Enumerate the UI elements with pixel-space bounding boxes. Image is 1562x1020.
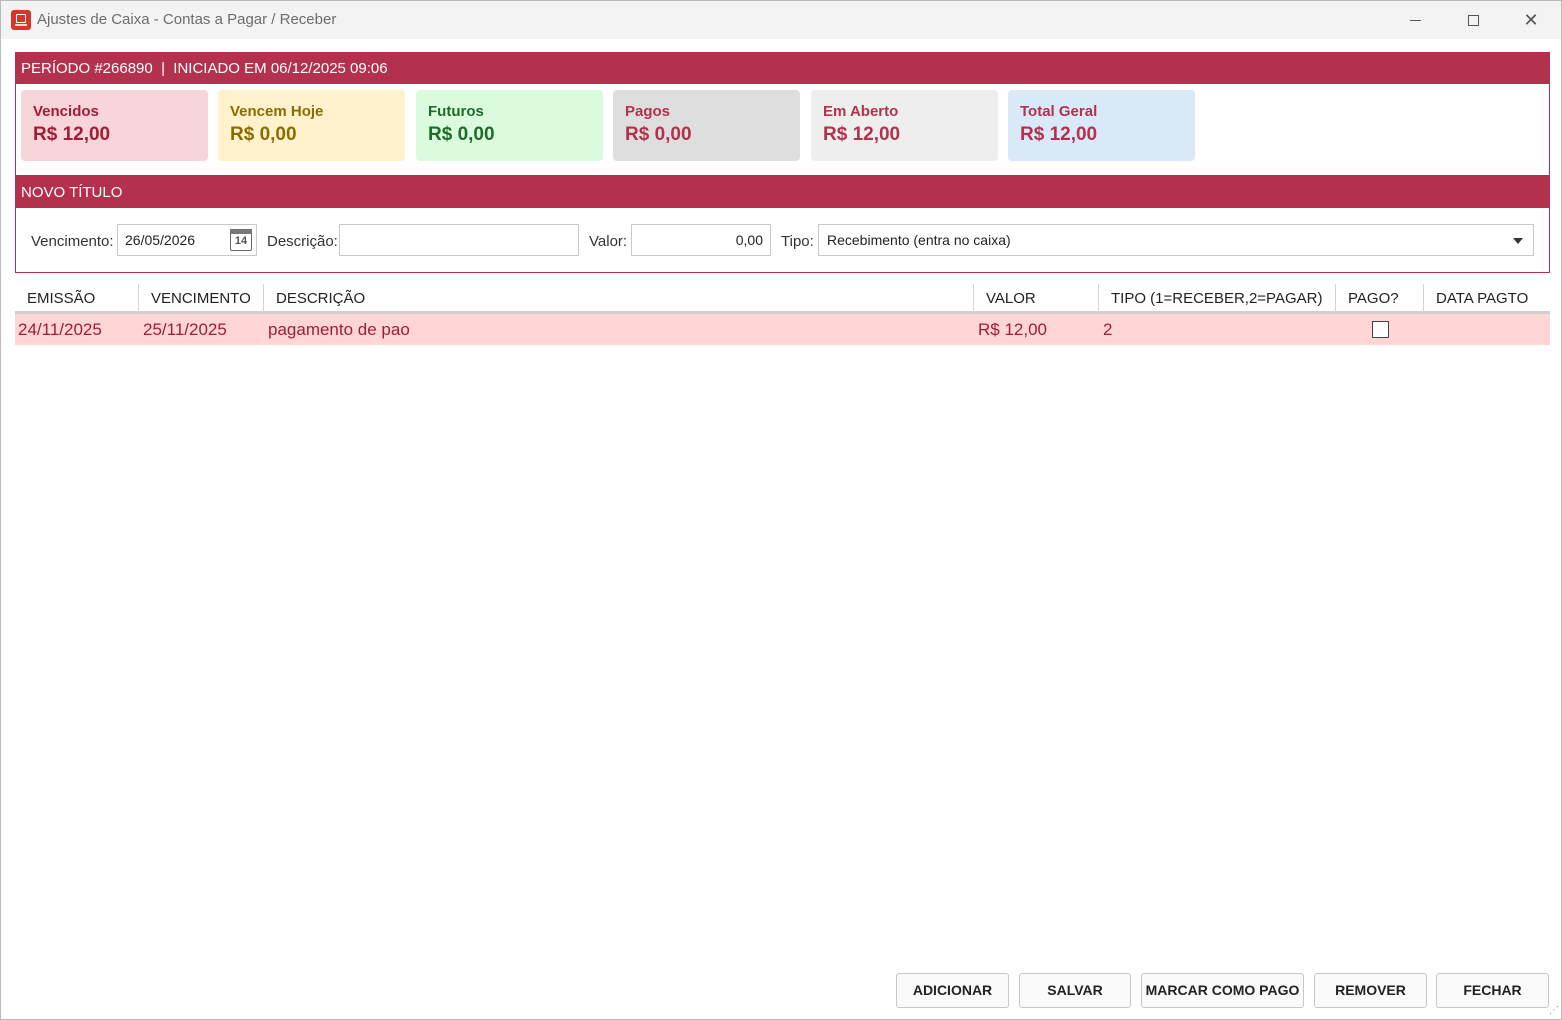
card-label: Em Aberto (823, 103, 899, 120)
chevron-down-icon (1513, 238, 1523, 244)
periodo-header: PERÍODO #266890 | INICIADO EM 06/12/2025… (16, 53, 1549, 84)
maximize-icon (1467, 14, 1479, 26)
cell-valor: R$ 12,00 (978, 320, 1047, 339)
table-header: EMISSÃO VENCIMENTO DESCRIÇÃO VALOR TIPO … (15, 284, 1550, 314)
window-title: Ajustes de Caixa - Contas a Pagar / Rece… (37, 11, 337, 28)
descricao-input[interactable] (339, 224, 579, 256)
card-futuros: Futuros R$ 0,00 (416, 90, 603, 161)
resize-grip-icon[interactable]: ⋰ (1547, 1005, 1559, 1017)
remover-button[interactable]: REMOVER (1314, 973, 1427, 1008)
column-header-vencimento[interactable]: VENCIMENTO (139, 284, 264, 312)
title-bar: Ajustes de Caixa - Contas a Pagar / Rece… (1, 1, 1561, 39)
card-value: R$ 12,00 (33, 124, 111, 145)
minimize-button[interactable] (1386, 1, 1444, 39)
card-label: Vencem Hoje (230, 103, 324, 120)
card-value: R$ 0,00 (625, 124, 692, 145)
close-window-button[interactable]: ✕ (1502, 1, 1560, 39)
card-value: R$ 12,00 (1020, 124, 1098, 145)
descricao-label: Descrição: (267, 233, 338, 250)
column-header-data-pagto[interactable]: DATA PAGTO (1424, 284, 1550, 312)
tipo-label: Tipo: (781, 233, 814, 250)
table-row[interactable]: 24/11/2025 25/11/2025 pagamento de pao R… (15, 314, 1550, 345)
tipo-select[interactable]: Recebimento (entra no caixa) (818, 224, 1534, 256)
card-vencem-hoje: Vencem Hoje R$ 0,00 (218, 90, 405, 161)
novo-titulo-header: NOVO TÍTULO (16, 177, 1549, 208)
novo-titulo-form: Vencimento: 26/05/2026 14 Descrição: Val… (16, 224, 1549, 258)
card-pagos: Pagos R$ 0,00 (613, 90, 800, 161)
valor-input[interactable]: 0,00 (631, 224, 771, 256)
cell-vencimento: 25/11/2025 (143, 320, 227, 339)
card-label: Futuros (428, 103, 484, 120)
adicionar-button[interactable]: ADICIONAR (896, 973, 1009, 1008)
column-header-descricao[interactable]: DESCRIÇÃO (264, 284, 974, 312)
novo-titulo-section: NOVO TÍTULO Vencimento: 26/05/2026 14 De… (15, 176, 1550, 273)
cell-tipo: 2 (1103, 320, 1113, 339)
vencimento-date-field[interactable]: 26/05/2026 14 (117, 224, 257, 256)
cell-descricao: pagamento de pao (268, 320, 410, 339)
card-vencidos: Vencidos R$ 12,00 (21, 90, 208, 161)
card-label: Pagos (625, 103, 671, 120)
calendar-icon[interactable]: 14 (230, 229, 252, 251)
fechar-button[interactable]: FECHAR (1436, 973, 1549, 1008)
vencimento-value: 26/05/2026 (125, 232, 196, 248)
card-label: Total Geral (1020, 103, 1098, 120)
calendar-day: 14 (234, 235, 248, 247)
close-icon: ✕ (1523, 9, 1539, 30)
valor-label: Valor: (589, 233, 628, 250)
card-value: R$ 12,00 (823, 124, 901, 145)
maximize-button[interactable] (1444, 1, 1502, 39)
titulos-table: EMISSÃO VENCIMENTO DESCRIÇÃO VALOR TIPO … (15, 284, 1550, 345)
column-header-emissao[interactable]: EMISSÃO (15, 284, 139, 312)
app-icon (11, 10, 31, 30)
card-value: R$ 0,00 (428, 124, 495, 145)
column-header-valor[interactable]: VALOR (974, 284, 1099, 312)
main-window: Ajustes de Caixa - Contas a Pagar / Rece… (0, 0, 1562, 1020)
card-label: Vencidos (33, 103, 99, 120)
tipo-selected-value: Recebimento (entra no caixa) (827, 232, 1011, 248)
card-em-aberto: Em Aberto R$ 12,00 (811, 90, 998, 161)
minimize-icon (1409, 19, 1421, 21)
column-header-tipo[interactable]: TIPO (1=RECEBER,2=PAGAR) (1099, 284, 1336, 312)
periodo-section: PERÍODO #266890 | INICIADO EM 06/12/2025… (15, 52, 1550, 176)
column-header-pago[interactable]: PAGO? (1336, 284, 1424, 312)
cell-emissao: 24/11/2025 (18, 320, 102, 339)
card-total-geral: Total Geral R$ 12,00 (1008, 90, 1195, 161)
pago-checkbox[interactable] (1372, 321, 1389, 338)
card-value: R$ 0,00 (230, 124, 297, 145)
marcar-como-pago-button[interactable]: MARCAR COMO PAGO (1141, 973, 1304, 1008)
salvar-button[interactable]: SALVAR (1019, 973, 1131, 1008)
vencimento-label: Vencimento: (31, 233, 114, 250)
